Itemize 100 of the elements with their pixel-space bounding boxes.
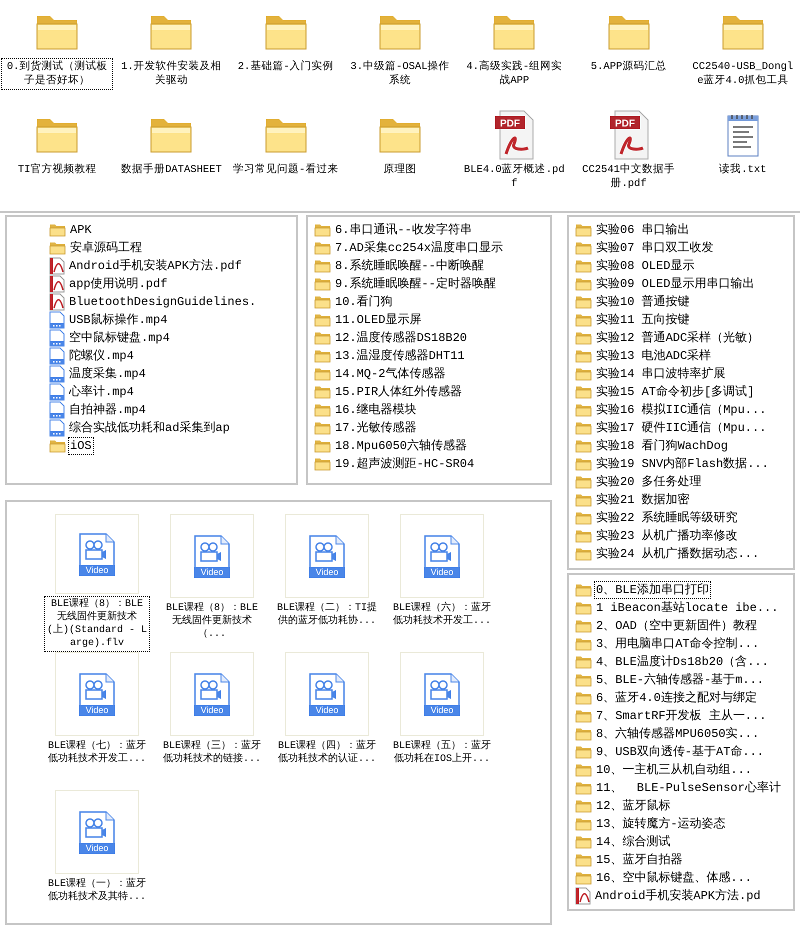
folder-icon[interactable] <box>575 241 592 255</box>
folder-label[interactable]: 学习常见问题-看过来 <box>230 161 342 179</box>
folder-icon[interactable] <box>575 421 592 435</box>
folder-icon[interactable] <box>575 439 592 453</box>
file-name[interactable]: 7.AD采集cc254x温度串口显示 <box>333 239 506 257</box>
folder-icon[interactable] <box>575 583 592 597</box>
file-name[interactable]: 实验08 OLED显示 <box>594 257 696 275</box>
file-name[interactable]: 综合实战低功耗和ad采集到ap <box>67 419 232 437</box>
folder-icon[interactable] <box>314 439 331 453</box>
video-thumbnail[interactable]: Video <box>285 514 369 598</box>
file-name[interactable]: 11.OLED显示屏 <box>333 311 424 329</box>
file-name[interactable]: USB鼠标操作.mp4 <box>67 311 170 329</box>
file-name[interactable]: APK <box>68 221 94 239</box>
folder-icon[interactable] <box>575 529 592 543</box>
file-name[interactable]: 空中鼠标键盘.mp4 <box>67 329 172 347</box>
folder-icon[interactable] <box>262 13 309 51</box>
folder-icon[interactable] <box>575 295 592 309</box>
video-file-name[interactable]: BLE课程（二）：TI提供的蓝牙低功耗协... <box>274 600 380 630</box>
folder-icon[interactable] <box>314 457 331 471</box>
video-thumbnail[interactable]: Video <box>285 652 369 736</box>
file-name[interactable]: 实验15 AT命令初步[多调试] <box>594 383 756 401</box>
folder-icon[interactable] <box>575 313 592 327</box>
folder-icon[interactable] <box>575 457 592 471</box>
file-name[interactable]: 实验13 电池ADC采样 <box>594 347 714 365</box>
file-name[interactable]: 实验24 从机广播数据动态... <box>594 545 762 563</box>
folder-icon[interactable] <box>314 223 331 237</box>
file-name[interactable]: 18.Mpu6050六轴传感器 <box>333 437 470 455</box>
file-name[interactable]: 10、一主机三从机自动组... <box>594 761 754 779</box>
file-name[interactable]: 心率计.mp4 <box>67 383 136 401</box>
folder-icon[interactable] <box>575 709 592 723</box>
folder-icon[interactable] <box>575 817 592 831</box>
folder-icon[interactable] <box>262 116 309 154</box>
folder-icon[interactable] <box>575 259 592 273</box>
file-name[interactable]: 11、 BLE-PulseSensor心率计 <box>594 779 783 797</box>
folder-label[interactable]: 0.到货测试（测试板子是否好坏） <box>1 58 114 90</box>
file-name[interactable]: 实验06 串口输出 <box>594 221 692 239</box>
file-name[interactable]: Android手机安装APK方法.pdf <box>67 257 244 275</box>
folder-icon[interactable] <box>575 493 592 507</box>
file-name[interactable]: 13、旋转魔方-运动姿态 <box>594 815 728 833</box>
folder-icon[interactable] <box>575 691 592 705</box>
file-name[interactable]: 实验07 串口双工收发 <box>594 239 716 257</box>
file-name[interactable]: 2、OAD（空中更新固件）教程 <box>594 617 759 635</box>
file-name[interactable]: iOS <box>68 437 94 455</box>
folder-label[interactable]: TI官方视频教程 <box>14 161 100 179</box>
folder-icon[interactable] <box>575 781 592 795</box>
folder-icon[interactable] <box>314 421 331 435</box>
file-name[interactable]: 实验11 五向按键 <box>594 311 692 329</box>
video-file-name[interactable]: BLE课程（8）：BLE无线固件更新技术（... <box>159 600 265 643</box>
folder-icon[interactable] <box>720 13 766 51</box>
folder-icon[interactable] <box>314 277 331 291</box>
file-name[interactable]: 6、蓝牙4.0连接之配对与绑定 <box>594 689 759 707</box>
folder-label[interactable]: 3.中级篇-OSAL操作系统 <box>344 58 456 90</box>
file-name[interactable]: 16.继电器模块 <box>333 401 419 419</box>
video-thumbnail[interactable]: Video <box>170 652 254 736</box>
folder-icon[interactable] <box>575 637 592 651</box>
folder-icon[interactable] <box>49 439 66 453</box>
folder-label[interactable]: CC2540-USB_Dongle蓝牙4.0抓包工具 <box>686 58 799 90</box>
folder-label[interactable]: 1.开发软件安装及相关驱动 <box>115 58 228 90</box>
file-name[interactable]: 16、空中鼠标键盘、体感... <box>594 869 754 887</box>
folder-icon[interactable] <box>575 763 592 777</box>
folder-icon[interactable] <box>314 313 331 327</box>
folder-icon[interactable] <box>575 547 592 561</box>
file-name[interactable]: 实验17 硬件IIC通信（Mpu... <box>594 419 768 437</box>
file-name[interactable]: 9.系统睡眠唤醒--定时器唤醒 <box>333 275 498 293</box>
folder-label[interactable]: 2.基础篇-入门实例 <box>234 58 337 76</box>
folder-icon[interactable] <box>575 277 592 291</box>
folder-icon[interactable] <box>575 223 592 237</box>
folder-icon[interactable] <box>314 241 331 255</box>
file-name[interactable]: 9、USB双向透传-基于AT命... <box>594 743 766 761</box>
folder-icon[interactable] <box>491 13 538 51</box>
folder-icon[interactable] <box>148 13 194 51</box>
file-name[interactable]: 8、六轴传感器MPU6050实... <box>594 725 762 743</box>
folder-icon[interactable] <box>575 655 592 669</box>
folder-label[interactable]: 原理图 <box>380 161 420 179</box>
folder-icon[interactable] <box>314 385 331 399</box>
video-thumbnail[interactable]: Video <box>400 652 484 736</box>
video-thumbnail[interactable]: Video <box>400 514 484 598</box>
video-file-name[interactable]: BLE课程（四）：蓝牙低功耗技术的认证... <box>274 738 380 768</box>
file-name[interactable]: 实验21 数据加密 <box>594 491 692 509</box>
folder-icon[interactable] <box>376 116 423 154</box>
folder-icon[interactable] <box>575 619 592 633</box>
file-name[interactable]: 12.温度传感器DS18B20 <box>333 329 470 347</box>
folder-icon[interactable] <box>575 745 592 759</box>
video-file-name[interactable]: BLE课程（一）：蓝牙低功耗技术及其特... <box>44 876 150 906</box>
file-name[interactable]: 15.PIR人体红外传感器 <box>333 383 464 401</box>
folder-icon[interactable] <box>575 673 592 687</box>
folder-label[interactable]: 5.APP源码汇总 <box>588 58 670 76</box>
file-name[interactable]: 实验14 串口波特率扩展 <box>594 365 728 383</box>
file-name[interactable]: 0、BLE添加串口打印 <box>594 581 711 599</box>
video-thumbnail[interactable]: Video <box>55 790 139 874</box>
file-name[interactable]: 实验20 多任务处理 <box>594 473 704 491</box>
file-name[interactable]: app使用说明.pdf <box>67 275 170 293</box>
file-name[interactable]: 实验12 普通ADC采样（光敏） <box>594 329 762 347</box>
file-name[interactable]: 14.MQ-2气体传感器 <box>333 365 448 383</box>
file-name[interactable]: 实验16 模拟IIC通信（Mpu... <box>594 401 768 419</box>
folder-icon[interactable] <box>34 13 80 51</box>
file-name[interactable]: 17.光敏传感器 <box>333 419 419 437</box>
folder-label[interactable]: BLE4.0蓝牙概述.pdf <box>458 161 570 193</box>
file-name[interactable]: 1 iBeacon基站locate ibe... <box>594 599 780 617</box>
folder-icon[interactable] <box>575 475 592 489</box>
